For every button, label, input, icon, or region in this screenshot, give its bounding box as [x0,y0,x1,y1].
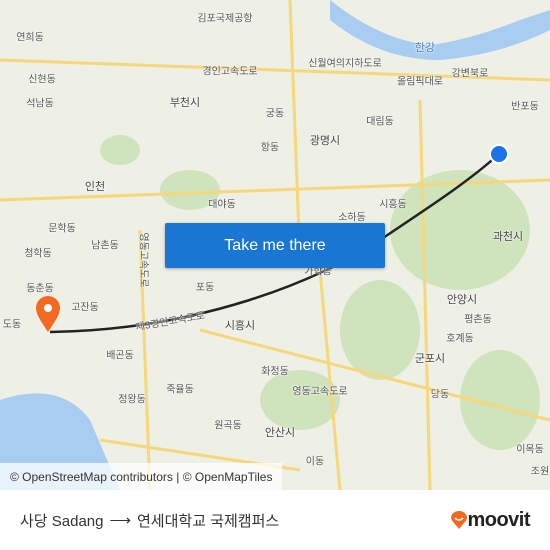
moovit-pin-icon [451,511,468,529]
map-label: 석남동 [26,98,54,110]
map-label: 시흥동 [379,199,407,211]
destination-marker[interactable] [489,144,509,164]
map-label: 안산시 [264,427,296,439]
origin-marker[interactable] [36,296,60,332]
map-label: 영동고속도로 [292,386,348,398]
map-label: 남촌동 [91,240,119,252]
map-label: 김포국제공항 [197,13,253,25]
take-me-there-label: Take me there [224,236,326,254]
map-label: 연희동 [16,32,44,44]
map-label: 원곡동 [214,420,242,432]
map-label: 경인고속도로 [202,66,258,78]
map-label: 항동 [260,142,280,154]
map-label: 부천시 [169,97,201,109]
map-label: 문학동 [48,223,76,235]
map-label: 영동고속도로 [137,232,149,288]
map-label: 궁동 [265,108,285,120]
map-label: 시흥시 [224,320,256,332]
map-label: 반포동 [511,101,539,113]
map-label: 포동 [195,282,215,294]
map[interactable]: 김포국제공항연희동한강경인고속도로 신월여의지하도로올림픽대로 강변북로신현동석남동… [0,0,550,490]
map-label: 배곤동 [106,350,134,362]
take-me-there-button[interactable]: Take me there [165,223,385,268]
origin-name: 사당 Sadang [20,512,104,530]
map-attribution[interactable]: © OpenStreetMap contributors | © OpenMap… [0,463,283,490]
map-label: 소하동 [338,212,366,224]
map-label: 강변북로 [451,68,489,80]
trip-title: 사당 Sadang ⟶ 연세대학교 국제캠퍼스 [20,510,279,531]
map-label: 이목동 [516,444,544,456]
footer: 사당 Sadang ⟶ 연세대학교 국제캠퍼스 moovit [0,490,550,550]
map-label: 광명시 [309,135,341,147]
map-label: 과천시 [492,231,524,243]
map-label: 도동 [2,319,22,331]
map-label: 인천 [84,181,106,193]
destination-name: 연세대학교 국제캠퍼스 [137,512,280,530]
arrow-right-icon: ⟶ [109,512,131,529]
map-label: 군포시 [414,353,446,365]
map-label: 조원 [530,466,550,478]
map-label: 죽율동 [166,384,194,396]
moovit-logo: moovit [451,509,530,532]
map-label: 신현동 [28,74,56,86]
map-label: 호계동 [446,333,474,345]
map-label: 올림픽대로 [397,76,443,88]
map-label: 화정동 [261,366,289,378]
map-label: 이동 [305,456,325,468]
map-label: 정왕동 [118,394,146,406]
map-label: 고잔동 [71,302,99,314]
map-label: 당동 [430,389,450,401]
moovit-logo-text: moovit [467,508,530,531]
map-label: 대림동 [366,116,394,128]
map-label: 한강 [414,42,436,54]
map-label: 청학동 [24,248,52,260]
map-label: 안양시 [446,294,478,306]
map-label: 대야동 [208,199,236,211]
map-label: 평촌동 [464,314,492,326]
map-label: 동춘동 [26,283,54,295]
map-label: 신월여의지하도로 [308,58,382,70]
han-river [330,0,550,60]
